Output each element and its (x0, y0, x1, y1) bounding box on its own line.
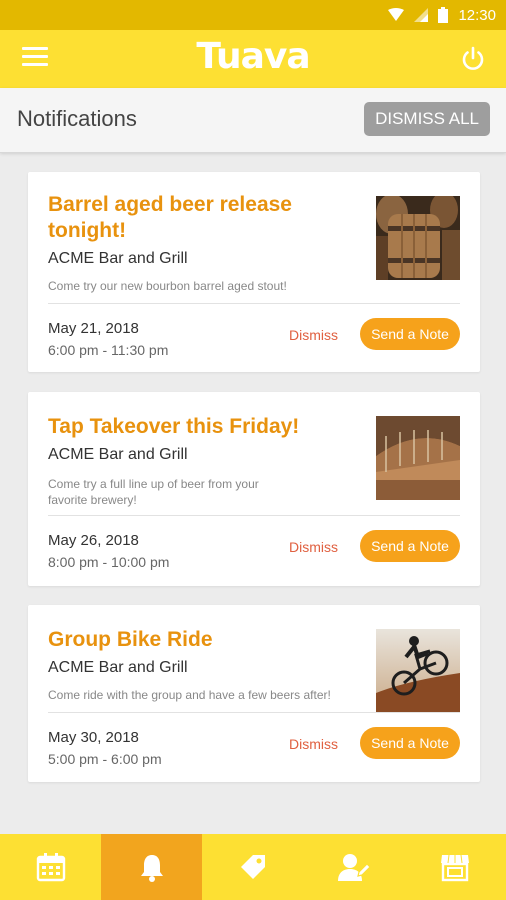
notifications-header: Notifications DISMISS ALL (0, 88, 506, 153)
dismiss-link[interactable]: Dismiss (289, 327, 338, 343)
dismiss-link[interactable]: Dismiss (289, 539, 338, 555)
notification-time: 6:00 pm - 11:30 pm (48, 342, 169, 358)
send-note-button[interactable]: Send a Note (360, 318, 460, 350)
bell-icon[interactable] (101, 834, 203, 900)
barrels-photo (376, 196, 460, 280)
storefront-icon[interactable] (405, 834, 506, 900)
user-profile-icon[interactable] (304, 834, 405, 900)
calendar-icon[interactable] (0, 834, 101, 900)
send-note-button[interactable]: Send a Note (360, 727, 460, 759)
card-divider (48, 515, 460, 516)
app-bar: Tuava (0, 30, 506, 88)
dismiss-all-button[interactable]: DISMISS ALL (364, 102, 490, 136)
cell-signal-icon (414, 8, 429, 22)
send-note-button[interactable]: Send a Note (360, 530, 460, 562)
card-divider (48, 303, 460, 304)
notification-date: May 30, 2018 (48, 729, 139, 746)
notification-time: 5:00 pm - 6:00 pm (48, 751, 162, 767)
dismiss-link[interactable]: Dismiss (289, 736, 338, 752)
notification-description: Come try our new bourbon barrel aged sto… (48, 279, 287, 293)
notification-title: Tap Takeover this Friday! (48, 415, 300, 438)
notification-title: Barrel aged beer release tonight! (48, 193, 292, 242)
mountain-bike-photo (376, 629, 460, 713)
app-logo: Tuava (196, 36, 310, 77)
notification-date: May 21, 2018 (48, 320, 139, 337)
status-bar: 12:30 (0, 0, 506, 30)
bottom-navigation (0, 834, 506, 900)
wifi-icon (388, 8, 405, 21)
notification-card: Tap Takeover this Friday! ACME Bar and G… (28, 392, 480, 586)
notification-card: Barrel aged beer release tonight! ACME B… (28, 172, 480, 372)
card-divider (48, 712, 460, 713)
notification-date: May 26, 2018 (48, 532, 139, 549)
status-time: 12:30 (458, 6, 496, 24)
notification-venue: ACME Bar and Grill (48, 250, 188, 267)
notification-title: Group Bike Ride (48, 628, 213, 651)
notification-card: Group Bike Ride ACME Bar and Grill Come … (28, 605, 480, 782)
page-title: Notifications (17, 106, 137, 131)
power-icon[interactable] (458, 44, 488, 74)
notification-description: Come try a full line up of beer from you… (48, 477, 259, 507)
notification-time: 8:00 pm - 10:00 pm (48, 554, 170, 570)
notification-description: Come ride with the group and have a few … (48, 688, 331, 702)
notification-venue: ACME Bar and Grill (48, 446, 188, 463)
notification-venue: ACME Bar and Grill (48, 659, 188, 676)
tag-icon[interactable] (202, 834, 303, 900)
battery-icon (438, 7, 449, 23)
tap-bar-photo (376, 416, 460, 500)
